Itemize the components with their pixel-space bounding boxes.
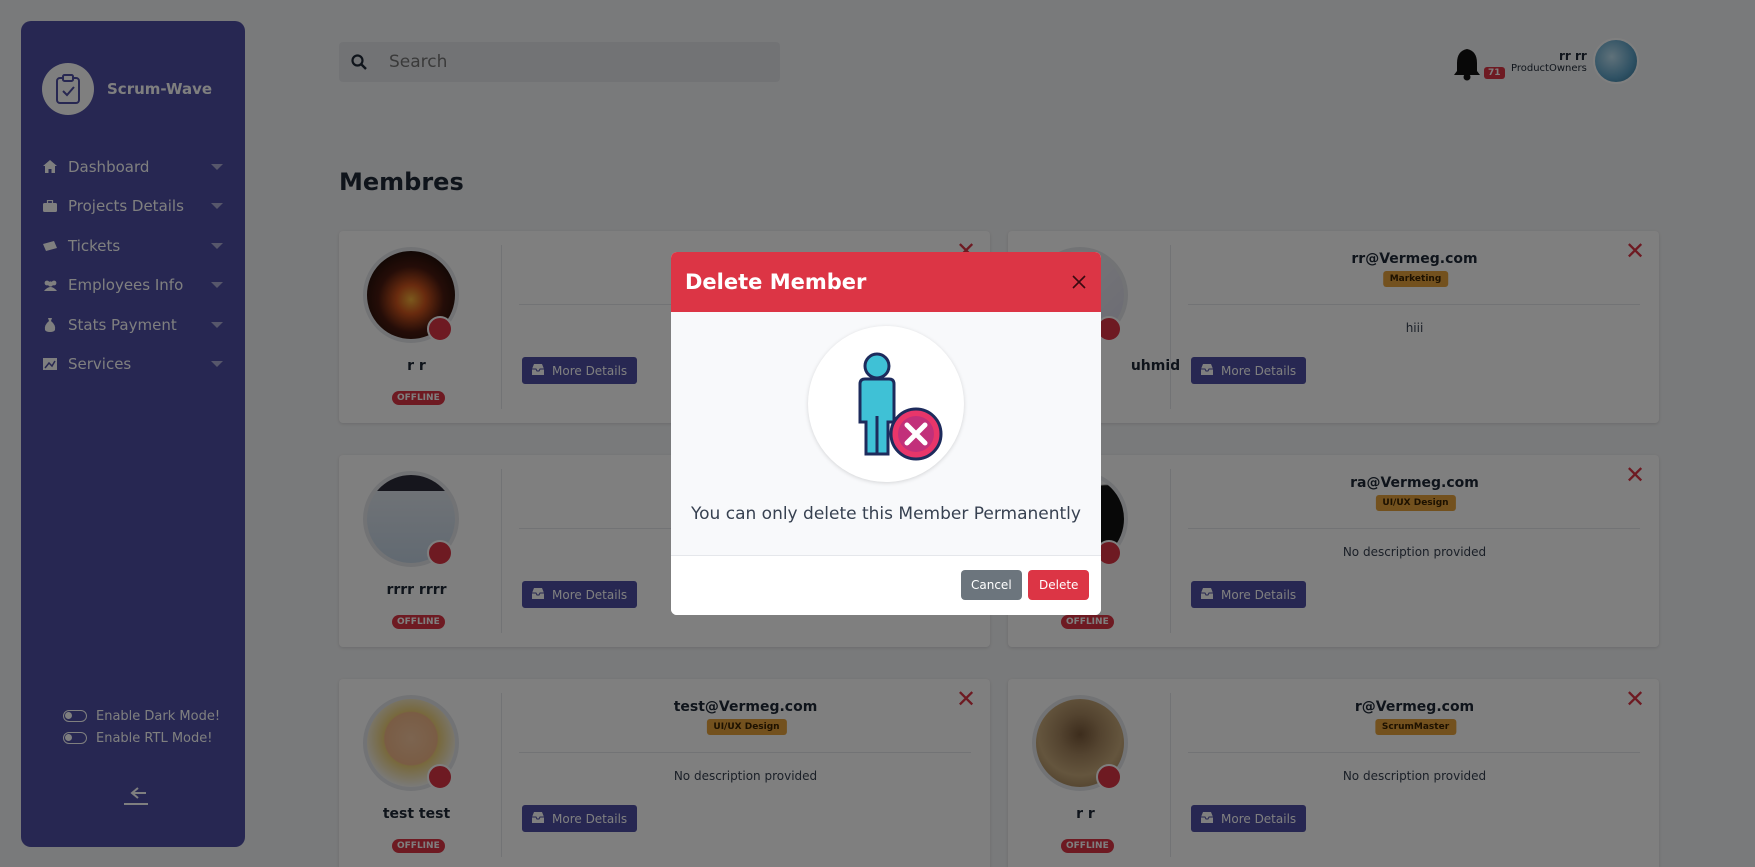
delete-member-modal: Delete Member You can only delete this M… xyxy=(671,252,1101,615)
modal-message: You can only delete this Member Permanen… xyxy=(691,504,1081,524)
delete-button[interactable]: Delete xyxy=(1028,570,1090,600)
cancel-button[interactable]: Cancel xyxy=(961,570,1022,600)
modal-header: Delete Member xyxy=(671,252,1101,312)
delete-user-icon xyxy=(808,326,964,482)
modal-body: You can only delete this Member Permanen… xyxy=(671,312,1101,556)
modal-title: Delete Member xyxy=(685,270,867,294)
close-icon[interactable] xyxy=(1069,272,1089,292)
modal-footer: Cancel Delete xyxy=(671,556,1101,615)
